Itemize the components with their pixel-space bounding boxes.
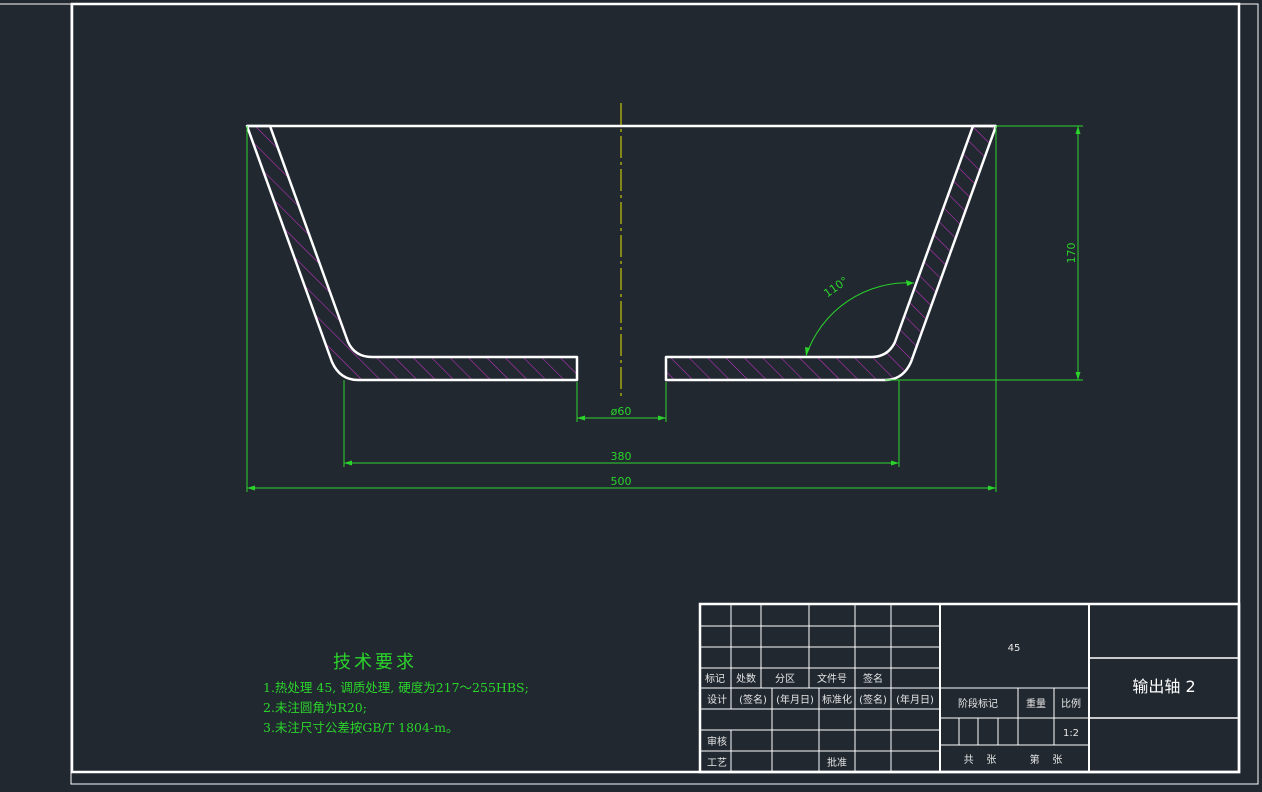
dim-380-label: 380 [611, 450, 632, 463]
requirement-3: 3.未注尺寸公差按GB/T 1804-m。 [263, 720, 459, 735]
tb-part-name: 输出轴 2 [1132, 677, 1195, 696]
dim-170-label: 170 [1065, 243, 1078, 264]
tb-weight: 重量 [1026, 697, 1046, 710]
tb-signature2: (签名) [859, 693, 887, 706]
left-wall-section [245, 124, 579, 382]
tb-mark: 标记 [705, 673, 725, 685]
tb-date: (年月日) [776, 693, 814, 706]
dim-500-label: 500 [611, 475, 632, 488]
tb-design: 设计 [707, 693, 727, 706]
tb-stage-mark: 阶段标记 [958, 697, 998, 710]
tb-material: 45 [1008, 643, 1021, 654]
tb-scale-label: 比例 [1061, 697, 1081, 710]
dim-angle-label: 110° [821, 274, 850, 300]
tb-zone: 分区 [775, 673, 795, 685]
tb-scale: 1:2 [1063, 728, 1079, 739]
cad-drawing: 500 380 ø60 170 110° 45 输出轴 2 标记 处数 分区 文… [0, 2, 1259, 785]
tb-sign: 签名 [863, 672, 883, 685]
technical-requirements: 技术要求 1.热处理 45, 调质处理, 硬度为217～255HBS; 2.未注… [263, 648, 529, 738]
technical-requirements-title: 技术要求 [333, 652, 417, 673]
tb-date2: (年月日) [896, 693, 934, 706]
tb-standardize: 标准化 [822, 693, 852, 706]
tb-approve: 批准 [827, 756, 847, 769]
tb-signature: (签名) [739, 693, 767, 706]
dim-hole-label: ø60 [611, 405, 632, 418]
right-wall-section [664, 124, 998, 382]
tb-sheets-total: 共 张 [964, 754, 997, 766]
tb-docno: 文件号 [817, 672, 847, 685]
tb-count: 处数 [736, 672, 756, 685]
tb-sheet-no: 第 张 [1030, 753, 1063, 766]
requirement-2: 2.未注圆角为R20; [263, 700, 367, 715]
requirement-1: 1.热处理 45, 调质处理, 硬度为217～255HBS; [263, 680, 529, 695]
tb-process: 工艺 [707, 757, 727, 769]
tb-review: 审核 [707, 735, 727, 748]
outer-border [70, 3, 1259, 785]
